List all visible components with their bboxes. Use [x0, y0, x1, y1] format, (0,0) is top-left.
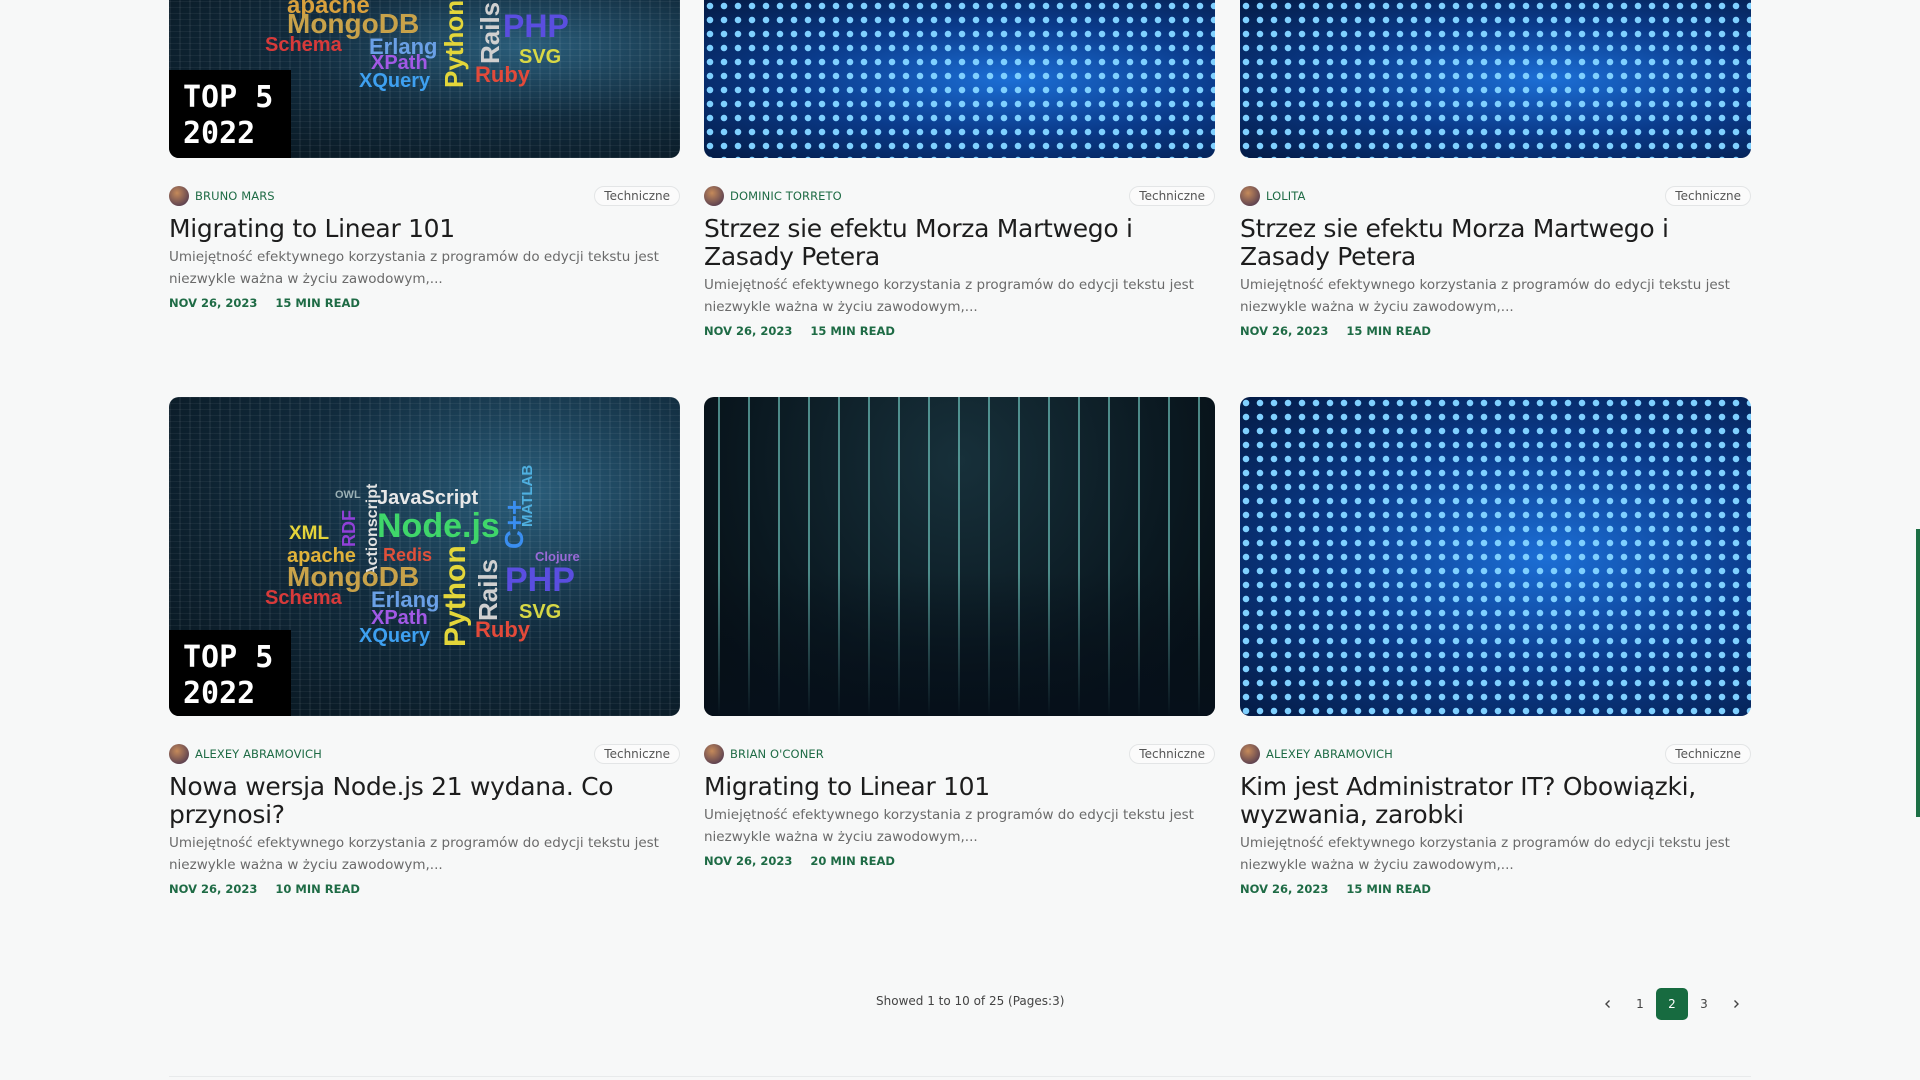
post-author[interactable]: BRIAN O'CONER: [704, 744, 824, 764]
avatar: [169, 186, 189, 206]
page-button-2[interactable]: 2: [1656, 988, 1688, 1020]
post-author[interactable]: DOMINIC TORRETO: [704, 186, 842, 206]
post-read-time: 10 MIN READ: [275, 882, 360, 896]
pagination: 1 2 3: [1592, 988, 1752, 1020]
post-info: NOV 26, 2023 15 MIN READ: [1240, 882, 1751, 896]
avatar: [704, 744, 724, 764]
post-author[interactable]: BRUNO MARS: [169, 186, 275, 206]
post-title[interactable]: Strzez sie efektu Morza Martwego i Zasad…: [1240, 215, 1751, 271]
post-read-time: 15 MIN READ: [1346, 324, 1431, 338]
post-excerpt: Umiejętność efektywnego korzystania z pr…: [1240, 277, 1730, 315]
post-excerpt: Umiejętność efektywnego korzystania z pr…: [704, 277, 1194, 315]
category-tag[interactable]: Techniczne: [1665, 744, 1751, 764]
page-button-1[interactable]: 1: [1624, 988, 1656, 1020]
post-excerpt: Umiejętność efektywnego korzystania z pr…: [704, 807, 1194, 845]
post-thumbnail[interactable]: [704, 0, 1215, 158]
post-meta: DOMINIC TORRETO Techniczne: [704, 185, 1215, 207]
author-name[interactable]: ALEXEY ABRAMOVICH: [1266, 747, 1393, 761]
post-card[interactable]: BRIAN O'CONER Techniczne Migrating to Li…: [704, 397, 1215, 868]
avatar: [1240, 744, 1260, 764]
post-card[interactable]: ALEXEY ABRAMOVICH Techniczne Kim jest Ad…: [1240, 397, 1751, 896]
category-tag[interactable]: Techniczne: [1665, 186, 1751, 206]
post-meta: ALEXEY ABRAMOVICH Techniczne: [1240, 743, 1751, 765]
post-card[interactable]: apache MongoDB Schema Erlang XPath XQuer…: [169, 0, 680, 310]
post-title[interactable]: Kim jest Administrator IT? Obowiązki, wy…: [1240, 773, 1751, 829]
post-thumbnail[interactable]: apache MongoDB Schema Erlang XPath XQuer…: [169, 0, 680, 158]
post-title[interactable]: Strzez sie efektu Morza Martwego i Zasad…: [704, 215, 1215, 271]
post-thumbnail[interactable]: JavaScript OWL Node.js XML RDF Actionscr…: [169, 397, 680, 716]
post-excerpt: Umiejętność efektywnego korzystania z pr…: [169, 835, 659, 873]
post-info: NOV 26, 2023 10 MIN READ: [169, 882, 680, 896]
category-tag[interactable]: Techniczne: [594, 744, 680, 764]
post-title[interactable]: Nowa wersja Node.js 21 wydana. Co przyno…: [169, 773, 680, 829]
post-title[interactable]: Migrating to Linear 101: [704, 773, 1215, 801]
post-info: NOV 26, 2023 15 MIN READ: [704, 324, 1215, 338]
post-meta: BRIAN O'CONER Techniczne: [704, 743, 1215, 765]
post-meta: ALEXEY ABRAMOVICH Techniczne: [169, 743, 680, 765]
post-author[interactable]: ALEXEY ABRAMOVICH: [169, 744, 322, 764]
author-name[interactable]: LOLITA: [1266, 189, 1305, 203]
post-card[interactable]: LOLITA Techniczne Strzez sie efektu Morz…: [1240, 0, 1751, 338]
divider: [169, 1076, 1751, 1077]
post-excerpt: Umiejętność efektywnego korzystania z pr…: [169, 249, 659, 287]
post-info: NOV 26, 2023 20 MIN READ: [704, 854, 1215, 868]
post-date: NOV 26, 2023: [1240, 324, 1329, 338]
pagination-summary: Showed 1 to 10 of 25 (Pages:3): [876, 994, 1065, 1008]
post-info: NOV 26, 2023 15 MIN READ: [1240, 324, 1751, 338]
post-date: NOV 26, 2023: [704, 324, 793, 338]
post-thumbnail[interactable]: [1240, 0, 1751, 158]
post-meta: BRUNO MARS Techniczne: [169, 185, 680, 207]
post-read-time: 15 MIN READ: [1346, 882, 1431, 896]
post-meta: LOLITA Techniczne: [1240, 185, 1751, 207]
top5-2022-badge: TOP 5 2022: [169, 70, 291, 158]
post-read-time: 15 MIN READ: [810, 324, 895, 338]
prev-page-button[interactable]: [1592, 988, 1624, 1020]
avatar: [1240, 186, 1260, 206]
author-name[interactable]: BRIAN O'CONER: [730, 747, 824, 761]
post-date: NOV 26, 2023: [704, 854, 793, 868]
post-thumbnail[interactable]: [1240, 397, 1751, 716]
post-date: NOV 26, 2023: [1240, 882, 1329, 896]
post-read-time: 20 MIN READ: [810, 854, 895, 868]
author-name[interactable]: DOMINIC TORRETO: [730, 189, 842, 203]
post-author[interactable]: ALEXEY ABRAMOVICH: [1240, 744, 1393, 764]
post-author[interactable]: LOLITA: [1240, 186, 1305, 206]
avatar: [169, 744, 189, 764]
post-title[interactable]: Migrating to Linear 101: [169, 215, 680, 243]
post-date: NOV 26, 2023: [169, 882, 258, 896]
chevron-left-icon: [1605, 1000, 1610, 1008]
post-read-time: 15 MIN READ: [275, 296, 360, 310]
page-button-3[interactable]: 3: [1688, 988, 1720, 1020]
scrollbar[interactable]: [1916, 529, 1920, 817]
post-excerpt: Umiejętność efektywnego korzystania z pr…: [1240, 835, 1730, 873]
post-thumbnail[interactable]: [704, 397, 1215, 716]
top5-2022-badge: TOP 5 2022: [169, 630, 291, 716]
chevron-right-icon: [1734, 1000, 1739, 1008]
category-tag[interactable]: Techniczne: [1129, 186, 1215, 206]
post-card[interactable]: DOMINIC TORRETO Techniczne Strzez sie ef…: [704, 0, 1215, 338]
category-tag[interactable]: Techniczne: [1129, 744, 1215, 764]
post-date: NOV 26, 2023: [169, 296, 258, 310]
post-card[interactable]: JavaScript OWL Node.js XML RDF Actionscr…: [169, 397, 680, 896]
next-page-button[interactable]: [1720, 988, 1752, 1020]
category-tag[interactable]: Techniczne: [594, 186, 680, 206]
author-name[interactable]: BRUNO MARS: [195, 189, 275, 203]
post-info: NOV 26, 2023 15 MIN READ: [169, 296, 680, 310]
author-name[interactable]: ALEXEY ABRAMOVICH: [195, 747, 322, 761]
avatar: [704, 186, 724, 206]
